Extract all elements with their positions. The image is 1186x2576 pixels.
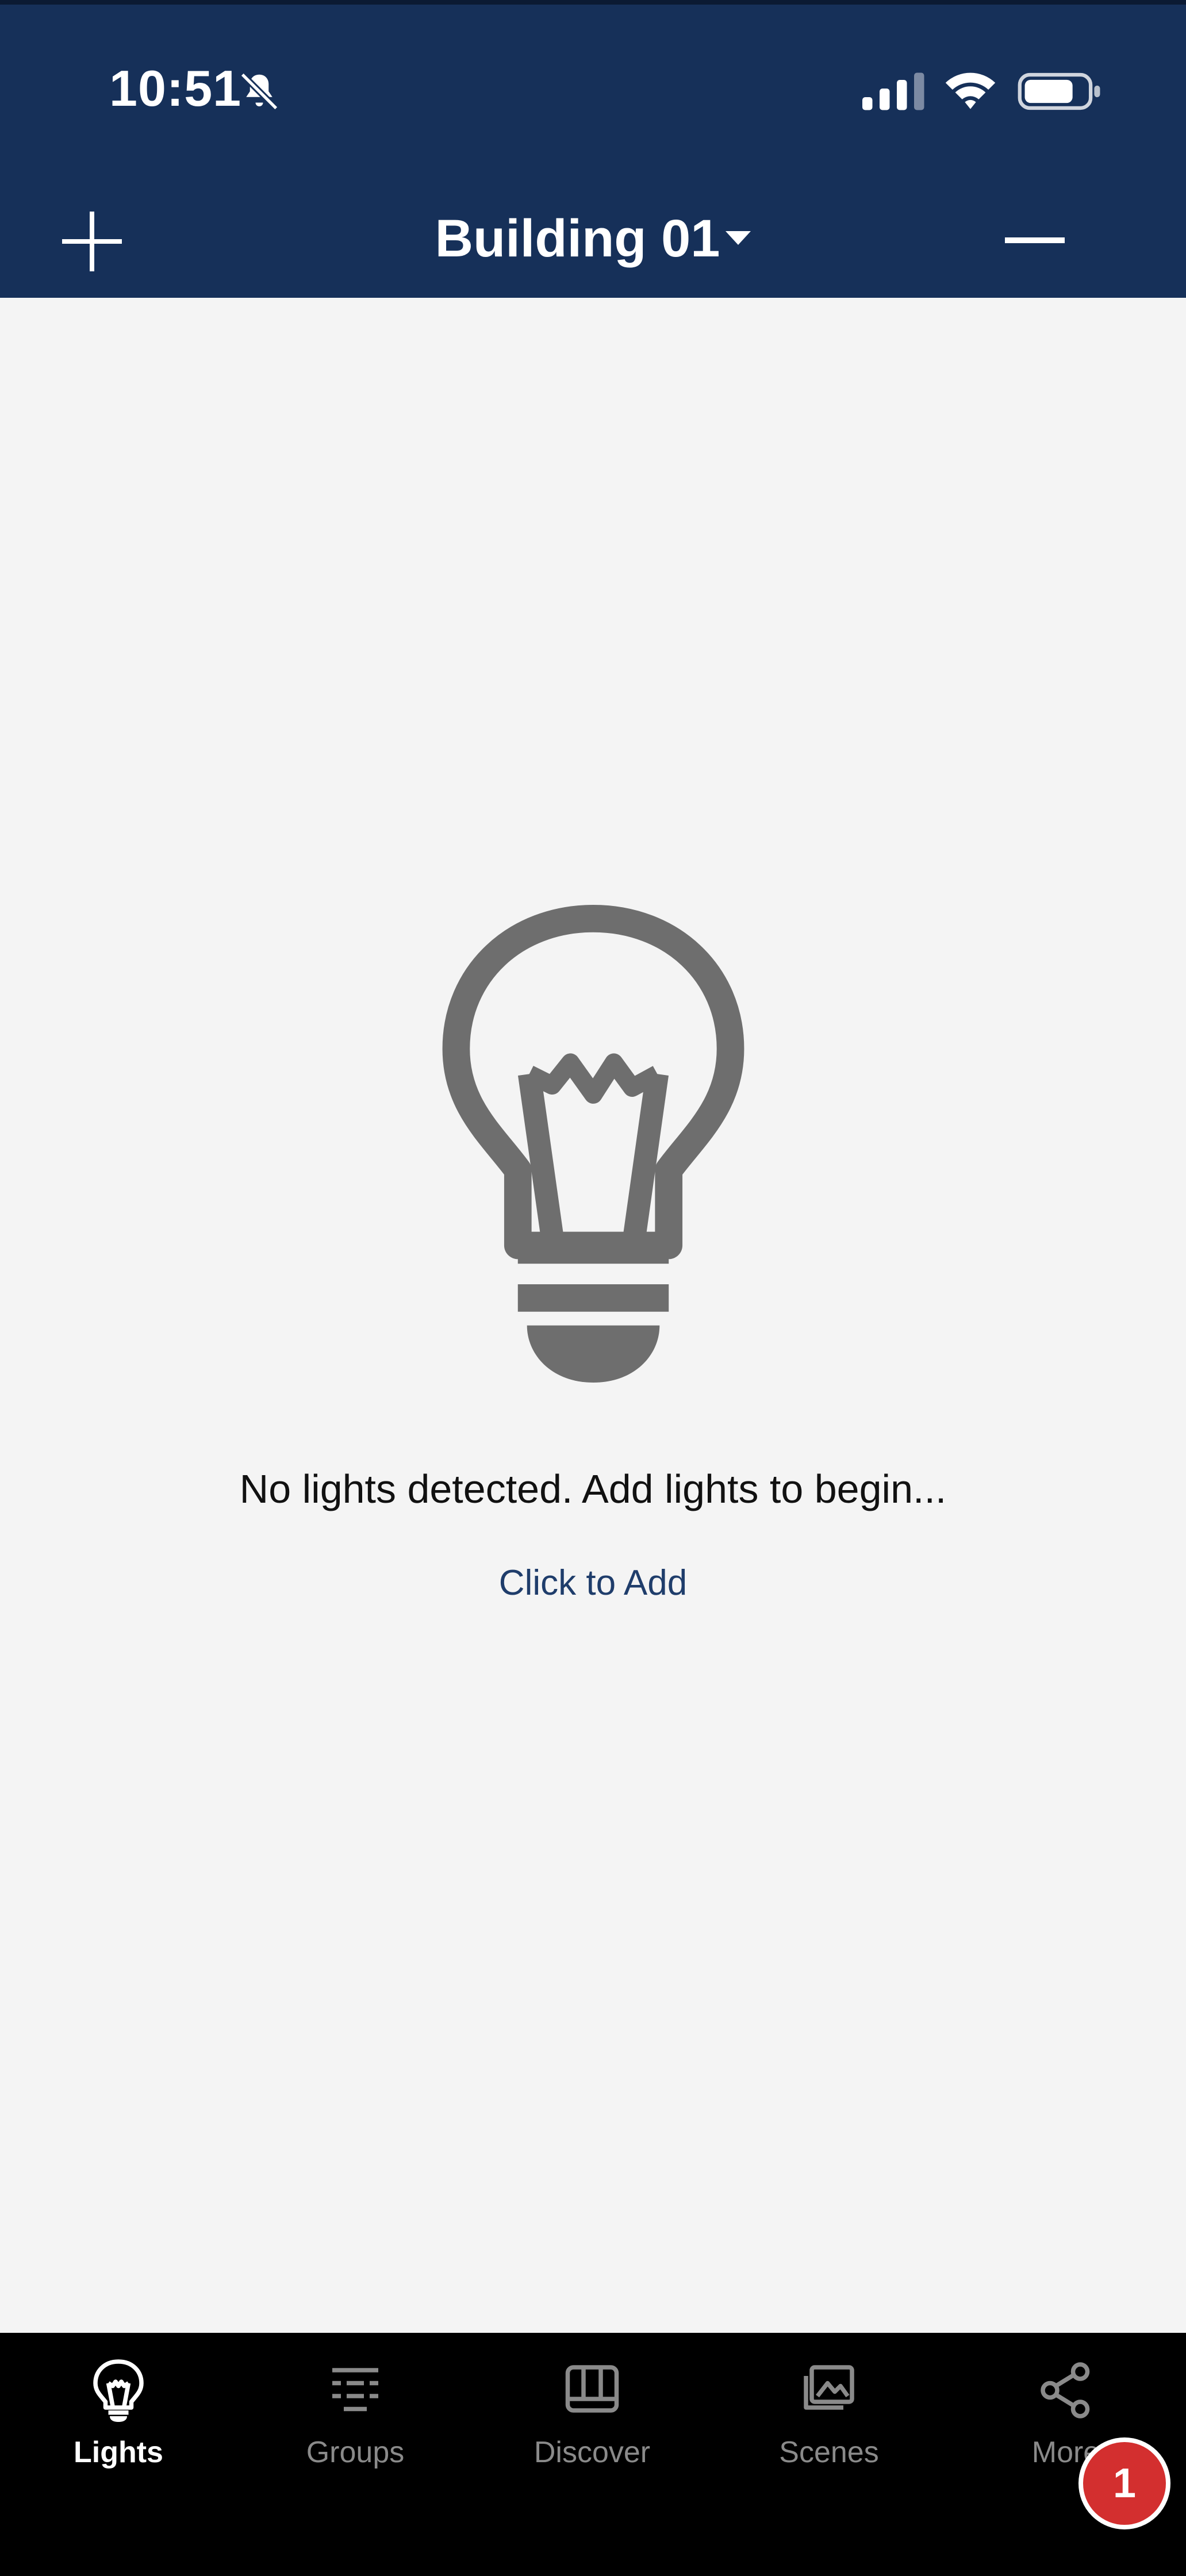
lightbulb-icon: [93, 2359, 144, 2422]
tab-lights[interactable]: Lights: [0, 2333, 237, 2505]
tab-bar: Lights Groups Discover Scenes More: [0, 2333, 1186, 2576]
tab-label-scenes: Scenes: [779, 2436, 879, 2469]
tab-label-lights: Lights: [74, 2436, 163, 2469]
tab-label-groups: Groups: [306, 2436, 405, 2469]
share-icon: [1041, 2362, 1090, 2418]
click-to-add-link[interactable]: Click to Add: [0, 1563, 1186, 1603]
chevron-down-icon: [726, 231, 751, 245]
building-title: Building 01: [435, 209, 720, 268]
empty-state-message: No lights detected. Add lights to begin.…: [239, 1466, 947, 1511]
bell-off-icon: [240, 72, 279, 111]
lightbulb-icon: [442, 904, 744, 1383]
groups-icon: [332, 2368, 378, 2412]
tab-discover[interactable]: Discover: [474, 2333, 711, 2505]
tab-label-discover: Discover: [533, 2436, 651, 2469]
notification-badge[interactable]: 1: [1078, 2437, 1170, 2529]
battery-icon: [1018, 72, 1100, 110]
top-bar: 10:51 Building 01: [0, 0, 1186, 298]
status-time: 10:51: [109, 60, 242, 117]
wifi-icon: [945, 72, 996, 109]
minus-icon[interactable]: [1000, 206, 1069, 275]
cellular-signal-icon: [862, 72, 924, 110]
app-screen: 10:51 Building 01 No lights detected. Ad…: [0, 0, 1186, 2576]
tab-groups[interactable]: Groups: [237, 2333, 474, 2505]
tab-scenes[interactable]: Scenes: [711, 2333, 947, 2505]
discover-icon: [565, 2365, 619, 2413]
scenes-icon: [804, 2365, 854, 2410]
